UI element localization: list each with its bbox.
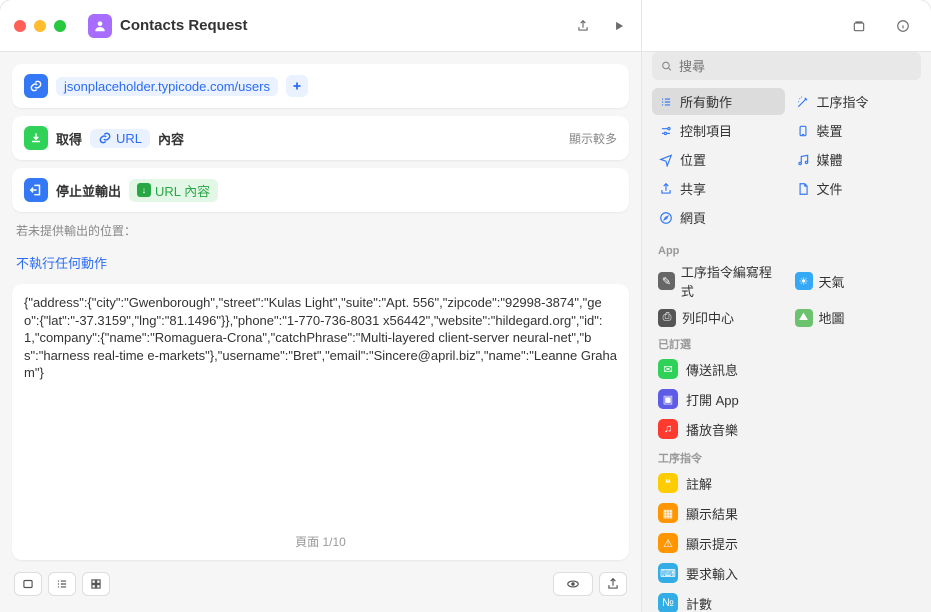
titlebar: Contacts Request [0, 0, 931, 52]
action-item[interactable]: ✉傳送訊息 [642, 354, 931, 384]
view-single-button[interactable] [14, 572, 42, 596]
doc-icon [795, 182, 811, 196]
category-location[interactable]: 位置 [652, 146, 785, 173]
add-url-button[interactable] [286, 75, 308, 97]
category-music[interactable]: 媒體 [789, 146, 922, 173]
apps-header: App [642, 239, 931, 259]
minimize-button[interactable] [34, 20, 46, 32]
app-icon: ⛰ [795, 309, 813, 327]
wand-icon [795, 95, 811, 109]
app-icon: ✎ [658, 272, 675, 290]
action-item[interactable]: ⚠顯示提示 [642, 528, 931, 558]
category-list[interactable]: 所有動作 [652, 88, 785, 115]
search-bar[interactable] [652, 52, 921, 80]
action-icon: ⌨ [658, 563, 678, 583]
page-indicator: 頁面 1/10 [24, 533, 617, 550]
app-item[interactable]: ⎙列印中心 [652, 305, 785, 330]
search-input[interactable] [679, 59, 913, 74]
app-item[interactable]: ☀天氣 [789, 259, 922, 303]
show-more-button[interactable]: 顯示較多 [569, 130, 617, 147]
link-icon [24, 74, 48, 98]
stop-output-action[interactable]: 停止並輸出 ↓ URL 內容 [12, 168, 629, 212]
app-icon: ⎙ [658, 309, 676, 327]
view-grid-button[interactable] [82, 572, 110, 596]
bottom-toolbar [12, 568, 629, 600]
share-icon [658, 182, 674, 196]
output-hint-label: 若未提供輸出的位置： [12, 220, 629, 241]
action-icon: ▦ [658, 503, 678, 523]
action-item[interactable]: ❝註解 [642, 468, 931, 498]
category-share[interactable]: 共享 [652, 175, 785, 202]
action-item[interactable]: ▣打開 App [642, 384, 931, 414]
safari-icon [658, 211, 674, 225]
action-item[interactable]: №計數 [642, 588, 931, 612]
actions-sidebar: 所有動作工序指令控制項目裝置位置媒體共享文件網頁 App ✎工序指令編寫程式☀天… [641, 52, 931, 612]
download-icon [24, 126, 48, 150]
stop-label: 停止並輸出 [56, 181, 121, 200]
window-title: Contacts Request [120, 17, 561, 34]
action-icon: № [658, 593, 678, 612]
share-button[interactable] [569, 19, 597, 33]
app-icon [88, 14, 112, 38]
category-device[interactable]: 裝置 [789, 117, 922, 144]
action-icon: ❝ [658, 473, 678, 493]
music-icon [795, 153, 811, 167]
get-label: 取得 [56, 129, 82, 148]
exit-icon [24, 178, 48, 202]
quick-look-button[interactable] [553, 572, 593, 596]
library-button[interactable] [845, 19, 873, 33]
action-icon: ✉ [658, 359, 678, 379]
window-controls [14, 20, 66, 32]
category-sliders[interactable]: 控制項目 [652, 117, 785, 144]
device-icon [795, 124, 811, 138]
category-wand[interactable]: 工序指令 [789, 88, 922, 115]
output-preview: {"address":{"city":"Gwenborough","street… [12, 284, 629, 560]
workflow-editor: jsonplaceholder.typicode.com/users 取得 UR… [0, 52, 641, 612]
export-button[interactable] [599, 572, 627, 596]
url-contents-pill[interactable]: ↓ URL 內容 [129, 179, 218, 202]
pinned-header: 已訂選 [642, 330, 931, 354]
action-icon: ⚠ [658, 533, 678, 553]
category-doc[interactable]: 文件 [789, 175, 922, 202]
action-icon: ♫ [658, 419, 678, 439]
close-button[interactable] [14, 20, 26, 32]
search-icon [660, 59, 673, 73]
sliders-icon [658, 124, 674, 138]
info-button[interactable] [889, 19, 917, 33]
view-list-button[interactable] [48, 572, 76, 596]
run-button[interactable] [605, 19, 633, 33]
shortcuts-header: 工序指令 [642, 444, 931, 468]
list-icon [658, 95, 674, 109]
app-item[interactable]: ⛰地圖 [789, 305, 922, 330]
action-item[interactable]: ▦顯示結果 [642, 498, 931, 528]
url-action-card[interactable]: jsonplaceholder.typicode.com/users [12, 64, 629, 108]
contents-label: 內容 [158, 129, 184, 148]
app-icon: ☀ [795, 272, 813, 290]
no-action-link[interactable]: 不執行任何動作 [12, 249, 629, 276]
action-icon: ▣ [658, 389, 678, 409]
action-item[interactable]: ♫播放音樂 [642, 414, 931, 444]
output-text[interactable]: {"address":{"city":"Gwenborough","street… [24, 294, 617, 527]
location-icon [658, 153, 674, 167]
url-input[interactable]: jsonplaceholder.typicode.com/users [56, 77, 278, 96]
maximize-button[interactable] [54, 20, 66, 32]
category-safari[interactable]: 網頁 [652, 204, 785, 231]
url-variable-pill[interactable]: URL [90, 129, 150, 148]
action-item[interactable]: ⌨要求輸入 [642, 558, 931, 588]
get-contents-action[interactable]: 取得 URL 內容 顯示較多 [12, 116, 629, 160]
app-item[interactable]: ✎工序指令編寫程式 [652, 259, 785, 303]
